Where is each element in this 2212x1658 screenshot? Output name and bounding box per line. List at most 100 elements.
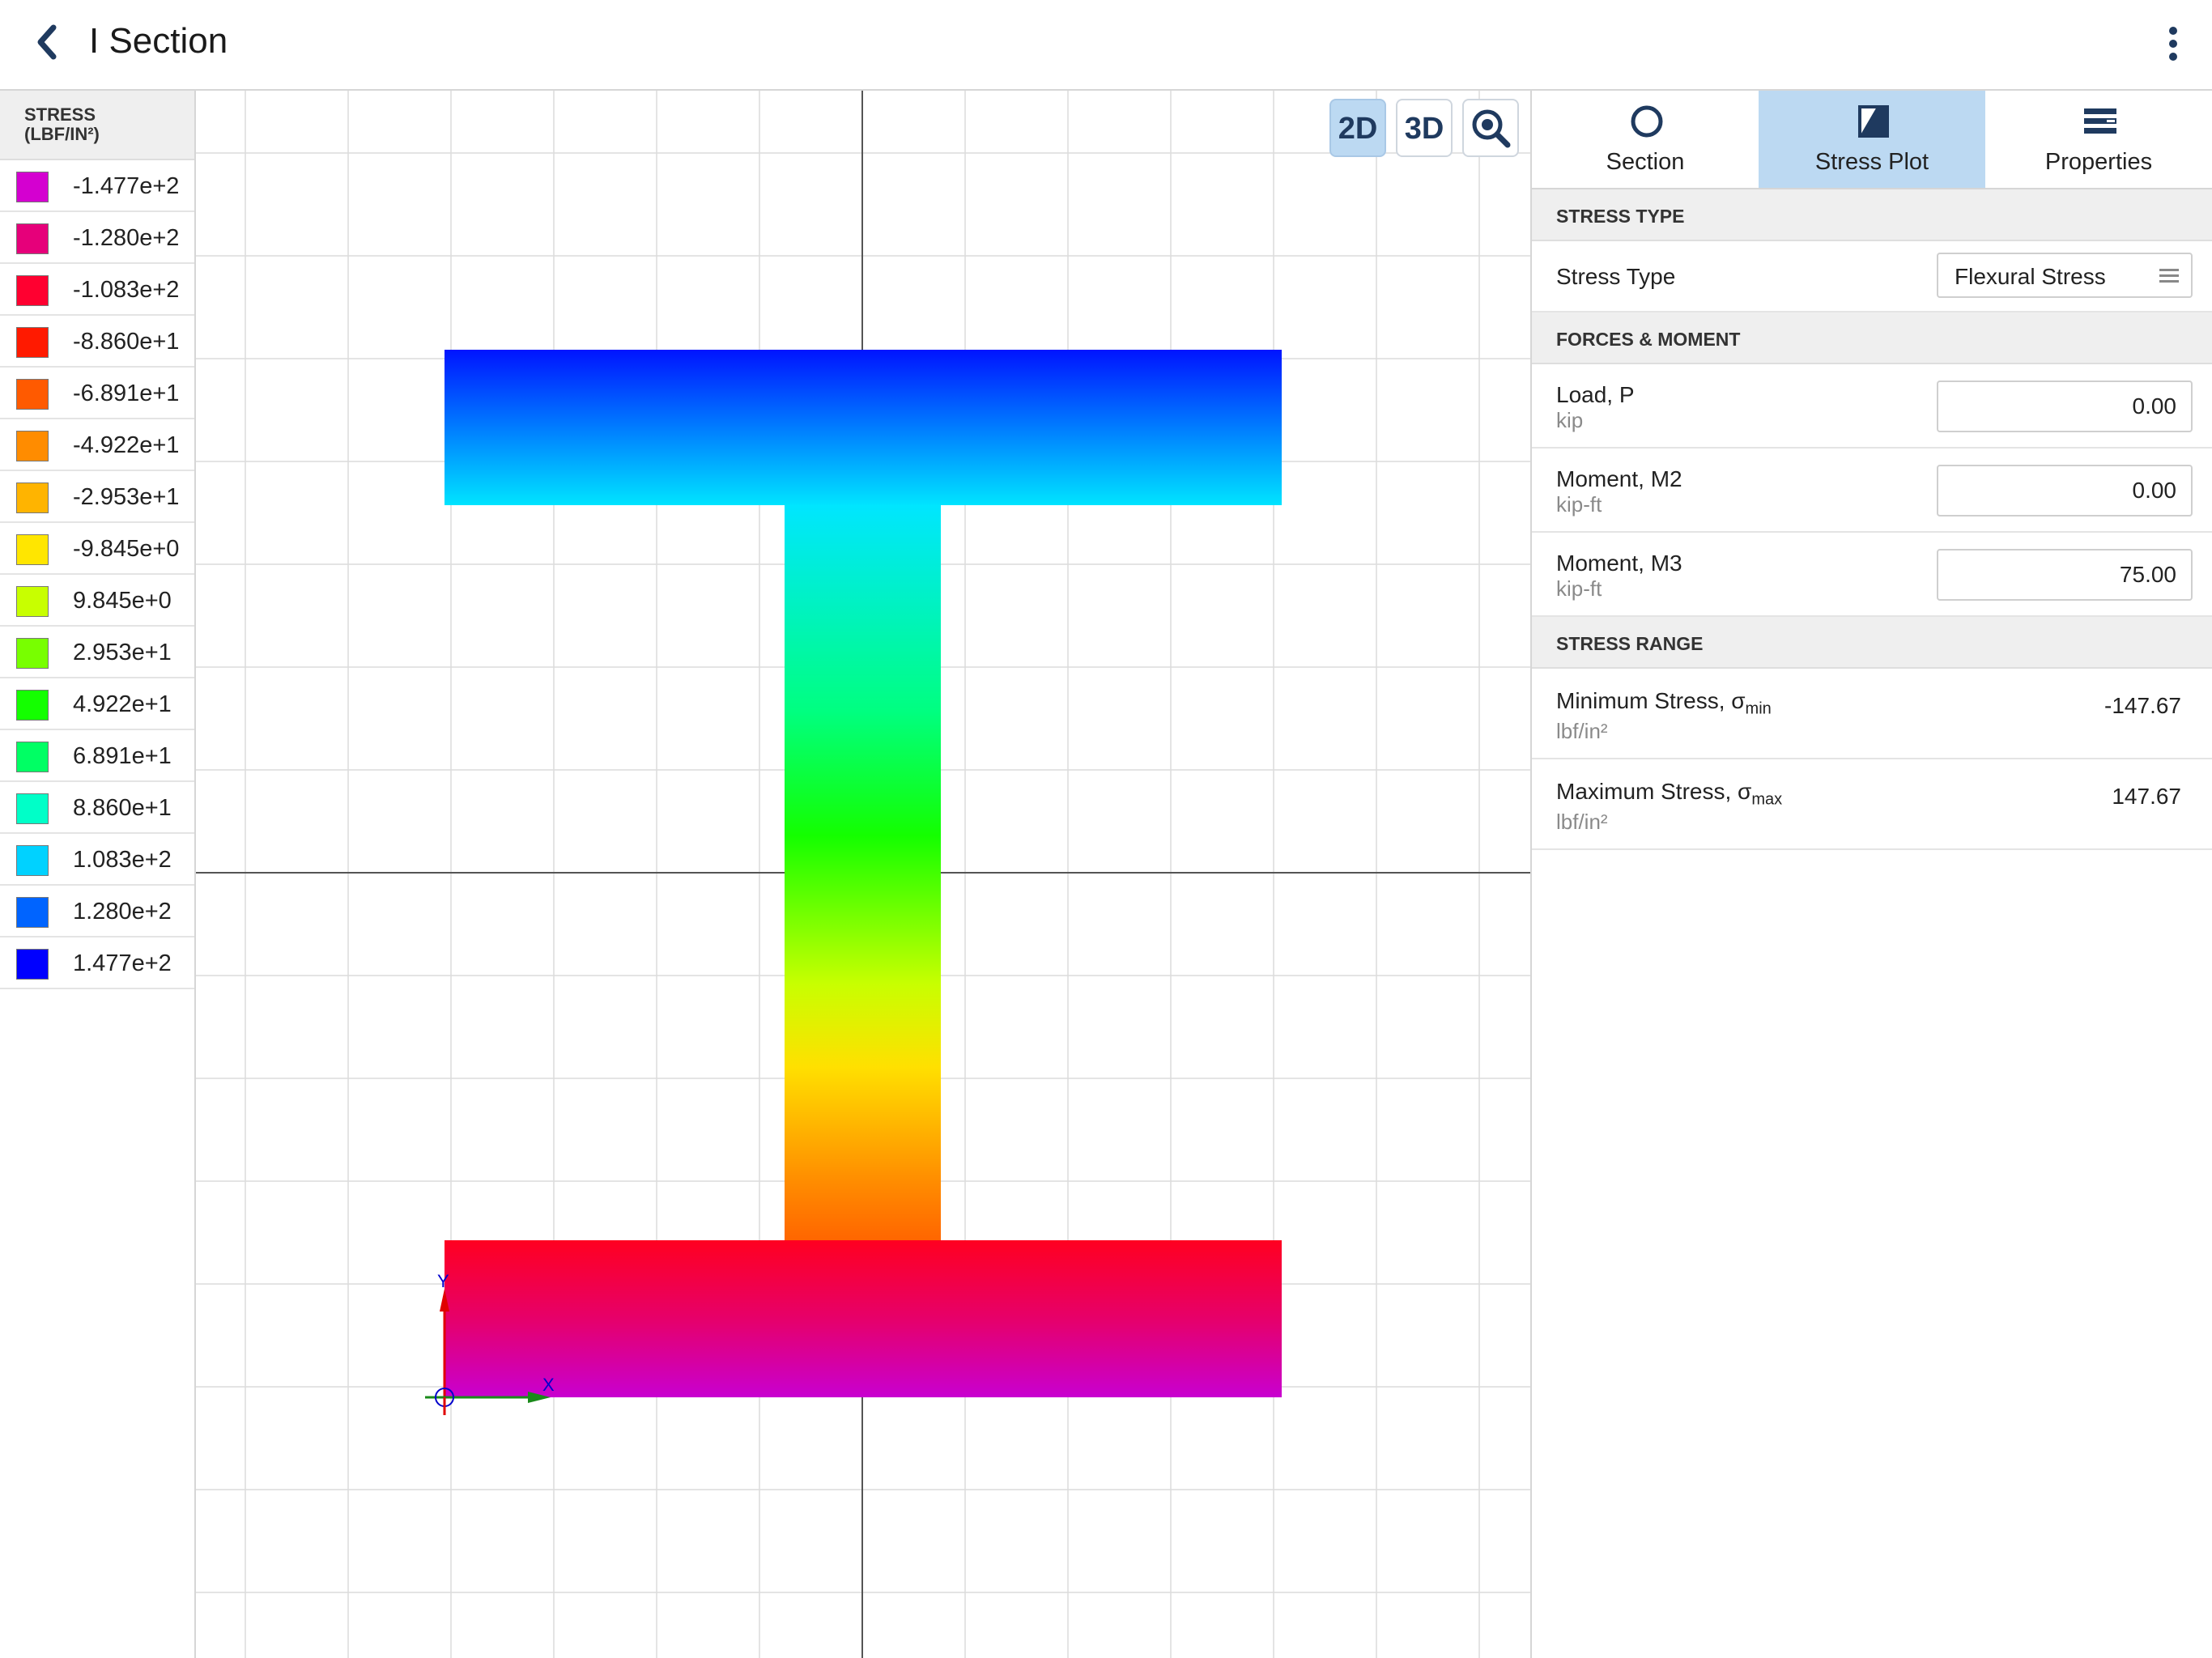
legend-value: -6.891e+1	[73, 380, 180, 406]
legend-item: -4.922e+1	[0, 419, 194, 471]
more-menu-button[interactable]	[2162, 20, 2186, 69]
legend-item: 1.477e+2	[0, 937, 194, 989]
list-icon	[2159, 269, 2179, 283]
zoom-button[interactable]	[1462, 99, 1519, 157]
tab-stress-plot-label: Stress Plot	[1814, 149, 1929, 175]
view-3d-button[interactable]: 3D	[1396, 99, 1453, 157]
legend-swatch	[16, 845, 49, 876]
legend-item: -8.860e+1	[0, 316, 194, 368]
legend-swatch	[16, 742, 49, 772]
stress-range-header: STRESS RANGE	[1532, 617, 2212, 669]
legend-item: -1.083e+2	[0, 264, 194, 316]
section-canvas[interactable]: X Y 2D 3D	[196, 91, 1530, 1658]
view-2d-button[interactable]: 2D	[1329, 99, 1386, 157]
min-stress-label: Minimum Stress, σmin	[1556, 688, 1772, 718]
legend-item: -6.891e+1	[0, 368, 194, 419]
m2-unit: kip-ft	[1556, 492, 1602, 517]
tab-stress-plot[interactable]: Stress Plot	[1759, 91, 1985, 188]
legend-item: 1.083e+2	[0, 834, 194, 886]
legend-list: -1.477e+2 -1.280e+2 -1.083e+2 -8.860e+1 -6.8…	[0, 160, 194, 989]
tab-properties-label: Properties	[2044, 149, 2153, 175]
legend-value: 8.860e+1	[73, 795, 172, 821]
panel-tabs: Section Stress Plot Properties	[1532, 91, 2212, 189]
legend-title-line2: (LBF/IN²)	[24, 124, 100, 144]
legend-item: 4.922e+1	[0, 678, 194, 730]
m3-unit: kip-ft	[1556, 576, 1602, 601]
tab-section[interactable]: Section	[1532, 91, 1759, 188]
load-row: Load, P kip	[1532, 364, 2212, 449]
legend-item: 8.860e+1	[0, 782, 194, 834]
top-bar: I Section	[0, 0, 2212, 91]
max-stress-row: Maximum Stress, σmax lbf/in² 147.67	[1532, 759, 2212, 850]
web	[785, 505, 941, 1331]
back-button[interactable]	[24, 18, 73, 66]
bottom-flange	[445, 1240, 1282, 1397]
legend-swatch	[16, 275, 49, 306]
max-stress-unit: lbf/in²	[1556, 810, 1608, 834]
legend-value: -1.083e+2	[73, 277, 180, 303]
legend-value: -4.922e+1	[73, 432, 180, 458]
tab-properties[interactable]: Properties	[1985, 91, 2212, 188]
legend-item: 6.891e+1	[0, 730, 194, 782]
top-flange	[445, 350, 1282, 505]
x-axis-label: X	[542, 1375, 555, 1395]
legend-swatch	[16, 327, 49, 358]
properties-icon	[2084, 108, 2116, 134]
legend-swatch	[16, 949, 49, 980]
legend-swatch	[16, 379, 49, 410]
legend-value: -9.845e+0	[73, 536, 180, 562]
legend-swatch	[16, 897, 49, 928]
legend-title: STRESS (LBF/IN²)	[0, 91, 194, 160]
legend-swatch	[16, 690, 49, 721]
min-stress-value: -147.67	[2104, 693, 2181, 718]
legend-value: 1.280e+2	[73, 899, 172, 925]
zoom-icon	[1472, 109, 1511, 148]
tab-section-label: Section	[1606, 149, 1685, 175]
m2-input[interactable]	[1937, 465, 2193, 517]
stress-legend: STRESS (LBF/IN²) -1.477e+2 -1.280e+2 -1.08…	[0, 91, 196, 1658]
legend-value: 9.845e+0	[73, 588, 172, 614]
legend-swatch	[16, 483, 49, 513]
legend-value: 4.922e+1	[73, 691, 172, 717]
load-label: Load, P	[1556, 382, 1635, 407]
circle-icon	[1631, 105, 1663, 138]
legend-item: -2.953e+1	[0, 471, 194, 523]
legend-swatch	[16, 586, 49, 617]
properties-panel: Section Stress Plot Properties STRESS TY…	[1530, 91, 2212, 1658]
min-stress-unit: lbf/in²	[1556, 719, 1608, 743]
legend-item: -1.477e+2	[0, 160, 194, 212]
stress-type-select[interactable]: Flexural Stress	[1937, 253, 2193, 298]
page-title: I Section	[89, 21, 228, 61]
m3-row: Moment, M3 kip-ft	[1532, 533, 2212, 617]
min-stress-row: Minimum Stress, σmin lbf/in² -147.67	[1532, 669, 2212, 759]
stress-plot-svg[interactable]: X Y	[196, 91, 1530, 1658]
load-input[interactable]	[1937, 380, 2193, 432]
chevron-left-icon	[37, 24, 57, 60]
legend-value: -1.280e+2	[73, 225, 180, 251]
max-stress-value: 147.67	[2112, 784, 2181, 809]
legend-item: 1.280e+2	[0, 886, 194, 937]
m3-label: Moment, M3	[1556, 551, 1682, 576]
legend-swatch	[16, 431, 49, 461]
legend-swatch	[16, 638, 49, 669]
legend-value: 6.891e+1	[73, 743, 172, 769]
load-unit: kip	[1556, 408, 1584, 432]
legend-value: 1.477e+2	[73, 950, 172, 976]
m2-row: Moment, M2 kip-ft	[1532, 449, 2212, 533]
legend-swatch	[16, 534, 49, 565]
legend-swatch	[16, 172, 49, 202]
legend-swatch	[16, 223, 49, 254]
y-axis-label: Y	[437, 1271, 449, 1291]
forces-header: FORCES & MOMENT	[1532, 312, 2212, 364]
legend-item: 2.953e+1	[0, 627, 194, 678]
legend-item: 9.845e+0	[0, 575, 194, 627]
legend-value: 2.953e+1	[73, 640, 172, 665]
legend-value: -2.953e+1	[73, 484, 180, 510]
stress-type-header: STRESS TYPE	[1532, 189, 2212, 241]
m3-input[interactable]	[1937, 549, 2193, 601]
legend-swatch	[16, 793, 49, 824]
legend-value: -8.860e+1	[73, 329, 180, 355]
legend-value: 1.083e+2	[73, 847, 172, 873]
stress-type-row: Stress Type Flexural Stress	[1532, 241, 2212, 312]
stress-plot-icon	[1858, 105, 1889, 138]
